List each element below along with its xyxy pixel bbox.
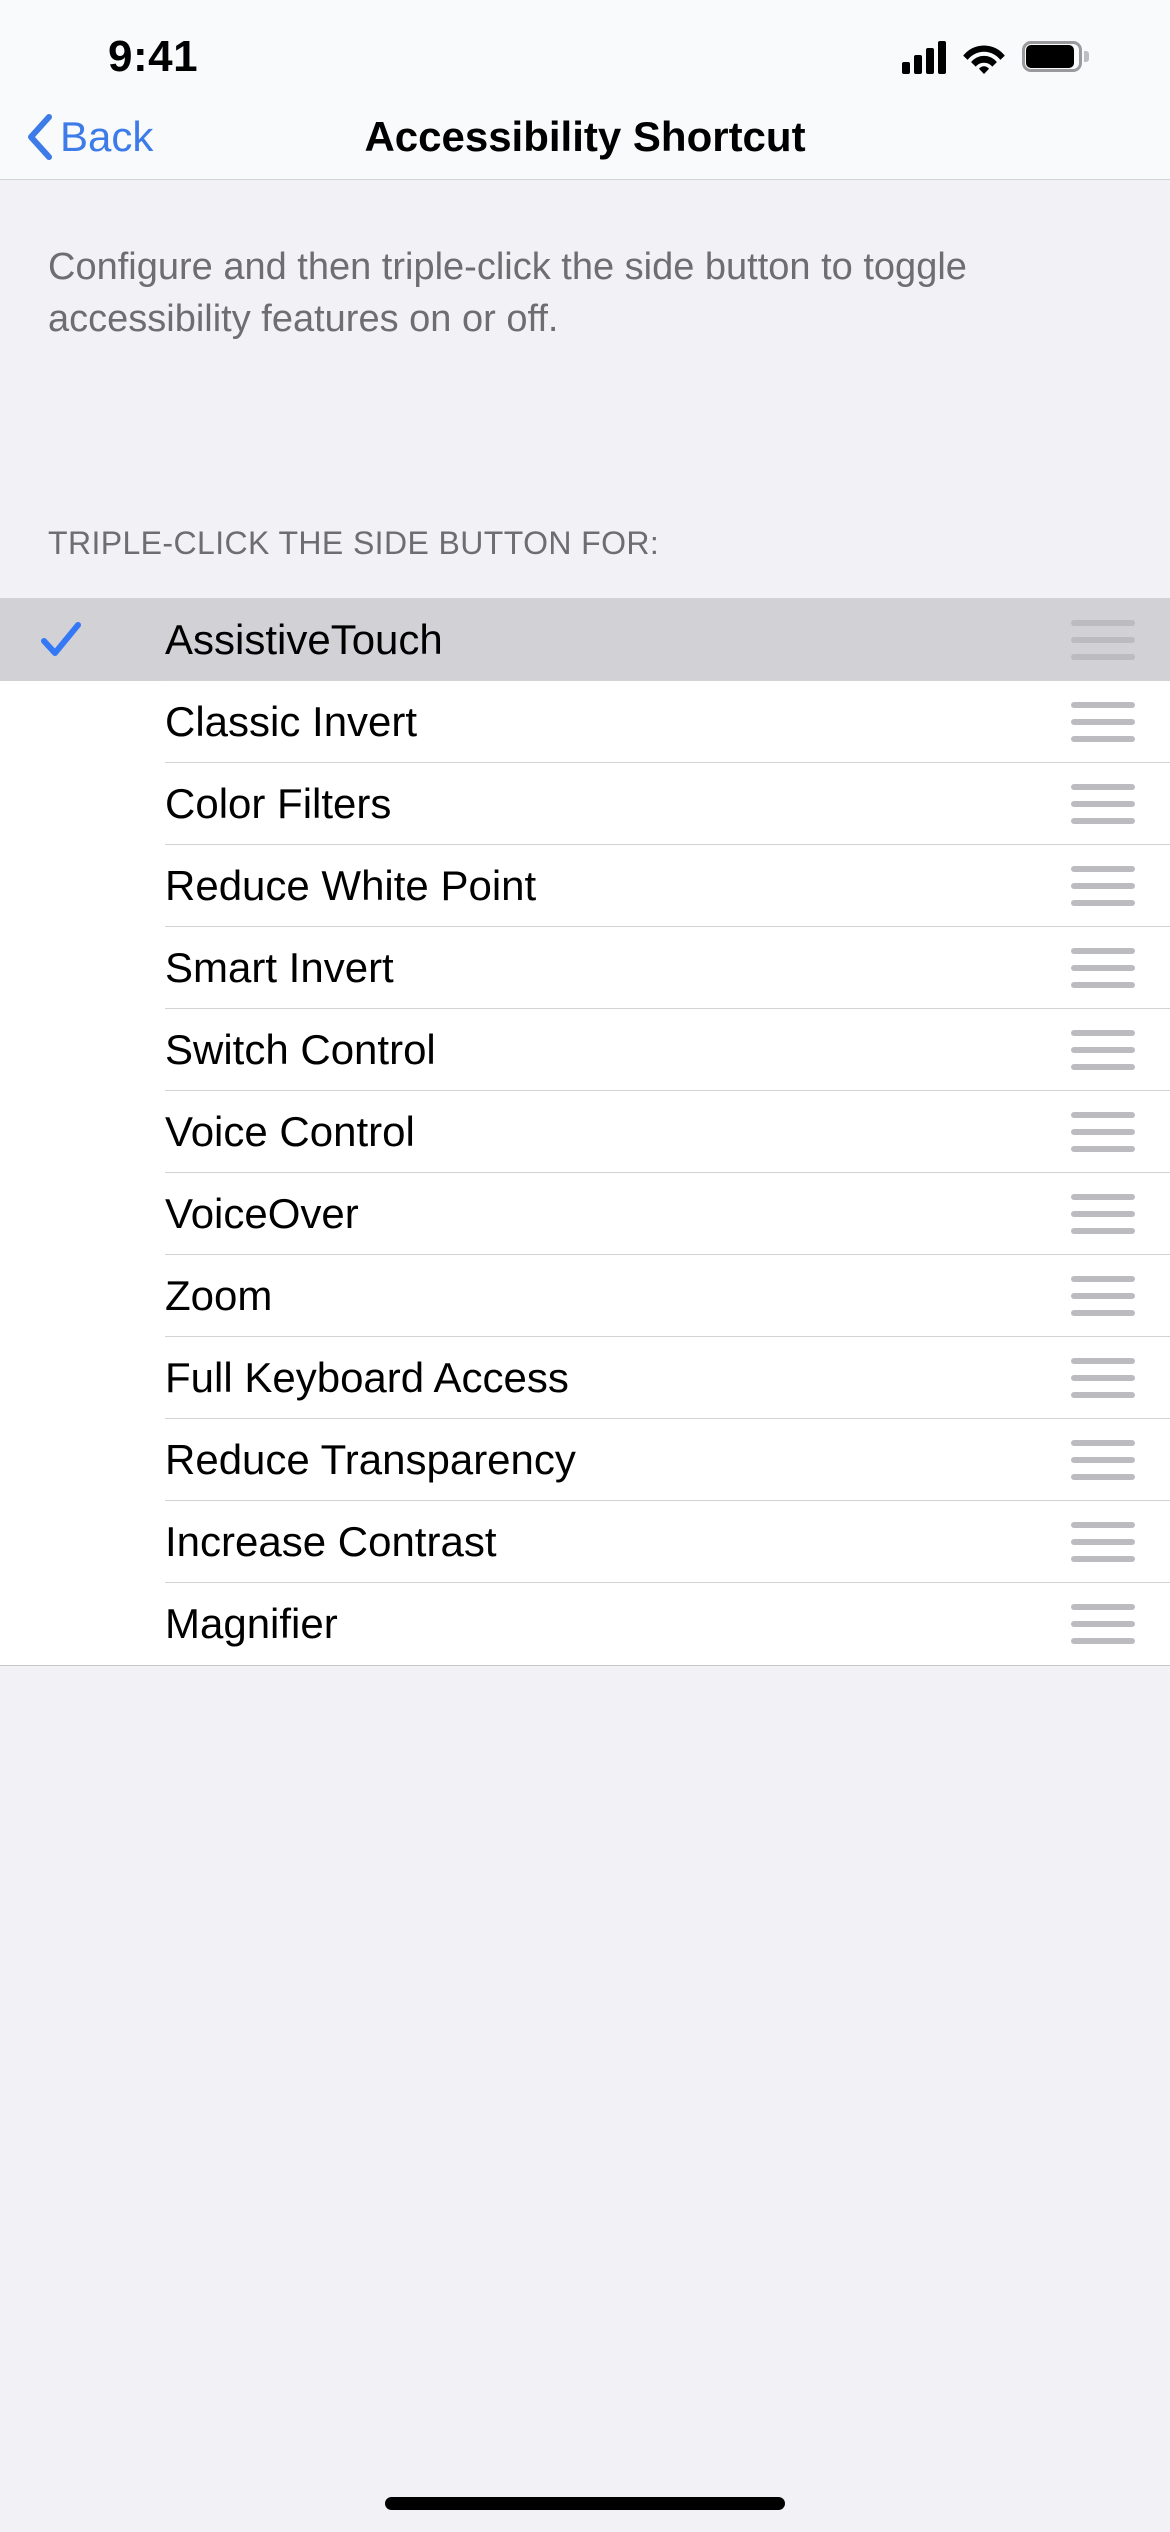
description-section: Configure and then triple-click the side… xyxy=(0,180,1170,346)
footer-area xyxy=(0,2316,1170,2532)
list-item-label: Smart Invert xyxy=(165,944,394,991)
description-text: Configure and then triple-click the side… xyxy=(48,246,967,340)
list-item[interactable]: Switch Control xyxy=(0,1009,1170,1091)
list-item-label: Color Filters xyxy=(165,780,392,827)
drag-handle-icon[interactable] xyxy=(1035,1194,1170,1234)
list-item[interactable]: Zoom xyxy=(0,1255,1170,1337)
phone-screen: 9:41 Back Accessibility Shortcut Configu… xyxy=(0,0,1170,2532)
checkmark-slot xyxy=(0,1111,165,1153)
list-item[interactable]: Reduce Transparency xyxy=(0,1419,1170,1501)
list-item[interactable]: Increase Contrast xyxy=(0,1501,1170,1583)
checkmark-slot xyxy=(0,701,165,743)
drag-handle-icon[interactable] xyxy=(1035,1358,1170,1398)
drag-handle-icon[interactable] xyxy=(1035,948,1170,988)
back-button-label: Back xyxy=(60,113,154,160)
status-bar: 9:41 xyxy=(0,0,1170,95)
checkmark-slot xyxy=(0,1521,165,1563)
home-indicator[interactable] xyxy=(385,2497,785,2510)
list-item[interactable]: Voice Control xyxy=(0,1091,1170,1173)
checkmark-slot xyxy=(0,947,165,989)
checkmark-slot xyxy=(0,1275,165,1317)
checkmark-slot xyxy=(0,1603,165,1645)
checkmark-slot xyxy=(0,1439,165,1481)
checkmark-slot xyxy=(0,865,165,907)
list-item-label: Zoom xyxy=(165,1272,273,1319)
drag-handle-icon[interactable] xyxy=(1035,1112,1170,1152)
list-item-label: AssistiveTouch xyxy=(165,616,443,663)
drag-handle-icon[interactable] xyxy=(1035,784,1170,824)
list-item[interactable]: Magnifier xyxy=(0,1583,1170,1665)
list-item[interactable]: Classic Invert xyxy=(0,681,1170,763)
list-item[interactable]: AssistiveTouch xyxy=(0,599,1170,681)
list-item-label: Reduce White Point xyxy=(165,862,537,909)
checkmark-icon xyxy=(40,619,82,661)
checkmark-slot xyxy=(0,1357,165,1399)
list-item-label: Voice Control xyxy=(165,1108,415,1155)
drag-handle-icon[interactable] xyxy=(1035,1030,1170,1070)
navigation-bar: Back Accessibility Shortcut xyxy=(0,95,1170,180)
status-bar-time: 9:41 xyxy=(108,31,199,81)
list-item[interactable]: Color Filters xyxy=(0,763,1170,845)
checkmark-slot xyxy=(0,1029,165,1071)
list-item-label: Reduce Transparency xyxy=(165,1436,576,1483)
list-item-label: Full Keyboard Access xyxy=(165,1354,569,1401)
checkmark-slot xyxy=(0,783,165,825)
drag-handle-icon[interactable] xyxy=(1035,1604,1170,1644)
drag-handle-icon[interactable] xyxy=(1035,866,1170,906)
back-button[interactable]: Back xyxy=(26,113,153,161)
wifi-icon xyxy=(962,40,1006,74)
page-title: Accessibility Shortcut xyxy=(364,113,806,160)
list-item[interactable]: Full Keyboard Access xyxy=(0,1337,1170,1419)
battery-icon xyxy=(1022,41,1089,72)
drag-handle-icon[interactable] xyxy=(1035,1276,1170,1316)
list-item-label: Magnifier xyxy=(165,1600,338,1647)
section-header: TRIPLE-CLICK THE SIDE BUTTON FOR: xyxy=(48,525,660,561)
list-item[interactable]: Reduce White Point xyxy=(0,845,1170,927)
chevron-left-icon xyxy=(26,114,52,160)
list-item[interactable]: Smart Invert xyxy=(0,927,1170,1009)
drag-handle-icon[interactable] xyxy=(1035,702,1170,742)
cellular-signal-icon xyxy=(902,40,946,74)
list-item[interactable]: VoiceOver xyxy=(0,1173,1170,1255)
list-item-label: Switch Control xyxy=(165,1026,436,1073)
shortcut-options-list: AssistiveTouch Classic Invert Color Filt… xyxy=(0,598,1170,1666)
status-bar-icons xyxy=(902,40,1089,74)
checkmark-slot xyxy=(0,619,165,661)
list-item-label: Increase Contrast xyxy=(165,1518,497,1565)
drag-handle-icon[interactable] xyxy=(1035,1440,1170,1480)
list-item-label: Classic Invert xyxy=(165,698,418,745)
drag-handle-icon[interactable] xyxy=(1035,1522,1170,1562)
list-item-label: VoiceOver xyxy=(165,1190,359,1237)
checkmark-slot xyxy=(0,1193,165,1235)
drag-handle-icon[interactable] xyxy=(1035,620,1170,660)
